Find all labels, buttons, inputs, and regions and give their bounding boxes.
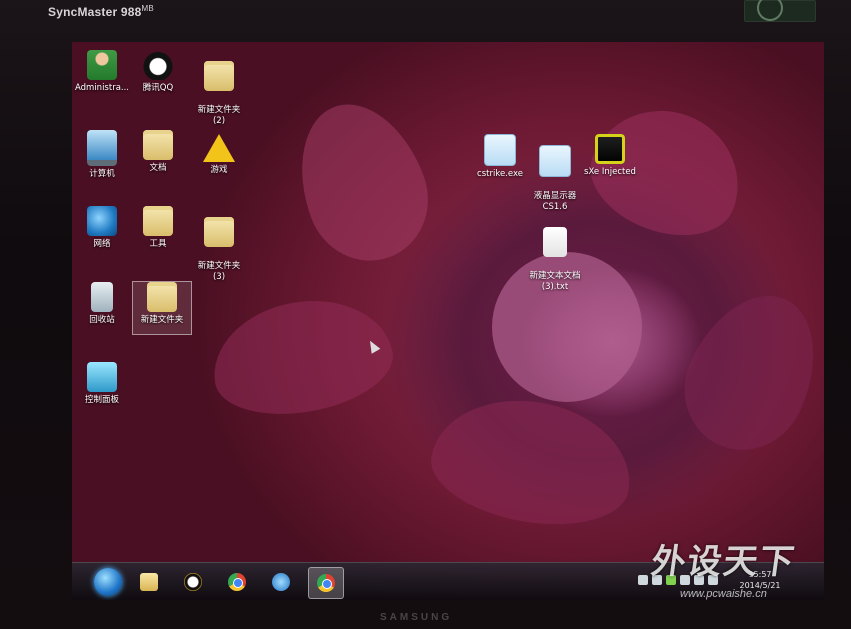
counter-strike-icon (484, 134, 516, 166)
taskbar-qq-button[interactable] (176, 567, 210, 597)
user-icon (87, 50, 117, 80)
windows-explorer-icon (140, 573, 158, 591)
taskbar-chrome-button[interactable] (220, 567, 254, 597)
desktop-icon-documents[interactable]: 文档 (125, 130, 191, 174)
desktop-screen: Administra... 计算机 网络 回收站 控制面板 腾讯QQ 文档 工具… (72, 42, 824, 600)
taskbar-explorer-button[interactable] (132, 567, 166, 597)
recycle-bin-icon (91, 282, 113, 312)
monitor-brand-label: SyncMaster 988MB (48, 4, 154, 19)
desktop-icon-label: 控制面板 (84, 395, 119, 405)
watermark-title: 外设天下 (648, 542, 799, 582)
computer-icon (87, 130, 117, 166)
warning-icon (203, 134, 235, 162)
logo-ring-icon (757, 0, 783, 21)
folder-icon (147, 282, 177, 312)
chrome-icon (317, 574, 335, 592)
counter-strike-icon (539, 145, 571, 177)
network-icon (87, 206, 117, 236)
desktop-icon-label: 新建文本文档 (3).txt (529, 271, 581, 292)
desktop-icon-label: 新建文件夹 (3) (197, 261, 241, 282)
desktop-icon-label: 腾讯QQ (142, 83, 174, 93)
sxe-icon (595, 134, 625, 164)
tray-show-hidden-icon[interactable] (638, 575, 648, 585)
monitor-maker-label: SAMSUNG (380, 612, 453, 623)
desktop-icon-recycle-bin[interactable]: 回收站 (72, 282, 135, 326)
folder-icon (204, 217, 234, 247)
taskbar-chrome-active-button[interactable] (308, 567, 344, 599)
folder-icon (143, 130, 173, 160)
desktop-icon-qq[interactable]: 腾讯QQ (125, 50, 191, 94)
folder-icon (204, 61, 234, 91)
qq-icon (184, 573, 202, 591)
desktop-icon-label: 回收站 (89, 315, 115, 325)
desktop-icon-new-folder[interactable]: 新建文件夹 (132, 281, 192, 335)
control-panel-icon (87, 362, 117, 392)
internet-explorer-icon (272, 573, 290, 591)
desktop-icon-new-folder-2[interactable]: 新建文件夹 (2) (186, 50, 252, 138)
start-button[interactable] (94, 568, 122, 596)
folder-icon (143, 206, 173, 236)
desktop-icon-new-folder-3[interactable]: 新建文件夹 (3) (186, 206, 252, 294)
wallpaper-petal (423, 385, 641, 539)
desktop-icon-tools[interactable]: 工具 (125, 206, 191, 250)
desktop-icon-sxe-injected[interactable]: sXe Injected (577, 134, 643, 178)
desktop-icon-text-file[interactable]: 新建文本文档 (3).txt (522, 216, 588, 304)
text-file-icon (543, 227, 567, 257)
desktop-icon-label: 新建文件夹 (2) (197, 105, 241, 126)
monitor-corner-logo (744, 0, 816, 22)
wallpaper-petal (663, 274, 824, 470)
watermark: 外设天下 www.pcwaishe.cn (648, 534, 837, 614)
desktop-icon-games[interactable]: 游戏 (186, 134, 252, 176)
desktop-icon-label: 工具 (149, 239, 167, 249)
chrome-icon (228, 573, 246, 591)
desktop-icon-label: 新建文件夹 (140, 315, 184, 325)
qq-icon (143, 50, 173, 80)
watermark-url: www.pcwaishe.cn (680, 588, 767, 600)
desktop-icon-label: 文档 (149, 163, 167, 173)
wallpaper-petal (203, 287, 401, 427)
taskbar-ie-button[interactable] (264, 567, 298, 597)
wallpaper-petal (278, 86, 446, 278)
desktop-icon-control-panel[interactable]: 控制面板 (72, 362, 135, 406)
desktop-icon-label: 液晶显示器 CS1.6 (533, 191, 577, 212)
desktop-icon-label: sXe Injected (584, 167, 636, 177)
desktop-icon-label: 游戏 (210, 165, 228, 175)
